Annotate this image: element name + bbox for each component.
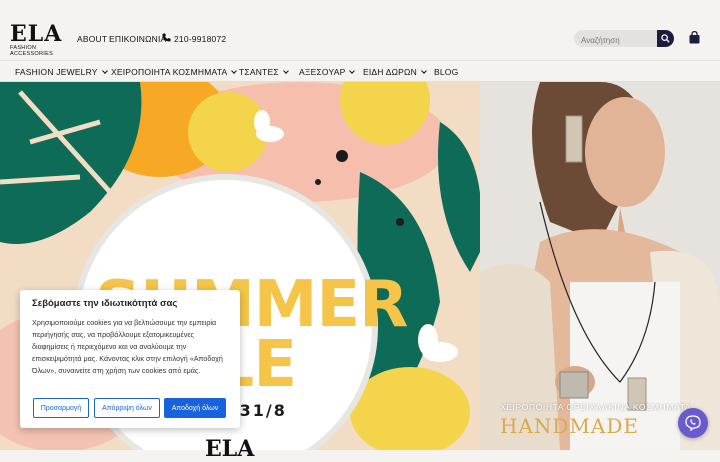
nav-label: ΧΕΙΡΟΠΟΙΗΤΑ ΚΟΣΜΗΜΑΤΑ [111,67,228,77]
nav-label: BLOG [434,67,459,77]
customize-button[interactable]: Προσαρμογή [33,398,89,418]
chat-phone-icon [685,415,701,431]
model-photo [480,82,720,450]
banner-brand: ELA [205,436,255,462]
search-icon [661,34,670,43]
search-input[interactable] [574,30,658,47]
nav-item-gifts[interactable]: ΕΙΔΗ ΔΩΡΩΝ [363,67,427,77]
chevron-down-icon [231,68,238,74]
handmade-subtitle: ΧΕΙΡΟΠΟΙΗΤΑ ΟΡΕΙΧΑΛΚΙΝΑ ΚΟΣΜΗΜΑΤΑ [500,402,692,412]
cookie-consent-dialog: Σεβόμαστε την ιδιωτικότητά σας Χρησιμοπο… [20,290,240,428]
contact-link[interactable]: ΕΠΙΚΟΙΝΩΝΙΑ [109,34,166,44]
handmade-banner[interactable] [480,82,720,450]
search-button[interactable] [657,30,674,47]
nav-item-accessories[interactable]: ΑΞΕΣΟΥΑΡ [299,67,356,77]
logo-text: ELA [10,21,63,47]
nav-label: FASHION JEWELRY [15,67,98,77]
handmade-title: HANDMADE [500,414,639,438]
nav-label: ΑΞΕΣΟΥΑΡ [299,67,346,77]
main-navigation: FASHION JEWELRY ΧΕΙΡΟΠΟΙΗΤΑ ΚΟΣΜΗΜΑΤΑ ΤΣ… [0,60,720,82]
viber-chat-button[interactable] [678,408,708,438]
cookie-description: Χρησιμοποιούμε cookies για να βελτιώσουμ… [32,318,223,375]
chevron-down-icon [101,68,108,74]
phone-icon [162,33,171,42]
phone-number[interactable]: 210-9918072 [174,34,226,44]
chevron-down-icon [349,68,356,74]
cookie-title: Σεβόμαστε την ιδιωτικότητά σας [32,298,178,309]
nav-item-handmade-jewelry[interactable]: ΧΕΙΡΟΠΟΙΗΤΑ ΚΟΣΜΗΜΑΤΑ [111,67,238,77]
nav-label: ΕΙΔΗ ΔΩΡΩΝ [363,67,417,77]
chevron-down-icon [282,68,289,74]
accept-all-button[interactable]: Αποδοχή όλων [164,398,226,418]
about-link[interactable]: ABOUT [77,34,107,44]
nav-item-fashion-jewelry[interactable]: FASHION JEWELRY [15,67,108,77]
chevron-down-icon [421,68,427,74]
nav-item-bags[interactable]: ΤΣΑΝΤΕΣ [239,67,289,77]
header: ELA FASHION ACCESSORIES ABOUT ΕΠΙΚΟΙΝΩΝΙ… [0,0,720,60]
logo[interactable]: ELA FASHION ACCESSORIES [10,21,70,57]
nav-item-blog[interactable]: BLOG [434,67,458,77]
reject-all-button[interactable]: Απόρριψη όλων [94,398,160,418]
shopping-bag-icon[interactable] [689,31,700,44]
nav-label: ΤΣΑΝΤΕΣ [239,67,279,77]
